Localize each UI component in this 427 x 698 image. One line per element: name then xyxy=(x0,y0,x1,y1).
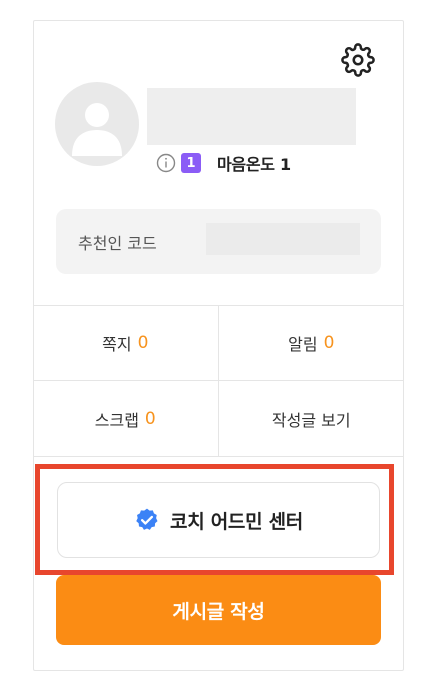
messages-link[interactable]: 쪽지 0 xyxy=(33,306,219,381)
temperature-label: 마음온도 1 xyxy=(217,155,291,174)
messages-label: 쪽지 xyxy=(102,335,132,354)
settings-button[interactable] xyxy=(338,40,378,80)
messages-count: 0 xyxy=(137,333,149,353)
info-icon[interactable] xyxy=(155,152,177,174)
coach-admin-center-label: 코치 어드민 센터 xyxy=(170,510,303,533)
scraps-label: 스크랩 xyxy=(94,410,139,430)
stats-grid: 쪽지 0 알림 0 스크랩 0 작성글 보기 xyxy=(33,305,404,457)
scraps-count: 0 xyxy=(144,408,156,429)
level-row: 1 마음온도 1 xyxy=(155,150,291,176)
scraps-link[interactable]: 스크랩 0 xyxy=(33,381,219,456)
my-posts-label: 작성글 보기 xyxy=(271,410,351,430)
write-post-button[interactable]: 게시글 작성 xyxy=(56,575,381,645)
coach-admin-center-button[interactable]: 코치 어드민 센터 xyxy=(57,482,380,558)
verified-check-icon xyxy=(134,507,160,533)
referral-code-box: 추천인 코드 xyxy=(56,209,381,274)
username-placeholder xyxy=(147,88,356,145)
referral-code-label: 추천인 코드 xyxy=(78,233,157,253)
notifications-link[interactable]: 알림 0 xyxy=(218,306,404,381)
gear-icon xyxy=(341,43,375,77)
avatar[interactable] xyxy=(55,82,139,166)
level-badge: 1 xyxy=(181,153,201,173)
referral-code-value xyxy=(206,223,360,255)
my-posts-link[interactable]: 작성글 보기 xyxy=(219,381,405,456)
notifications-count: 0 xyxy=(323,333,335,353)
notifications-label: 알림 xyxy=(288,335,318,354)
user-silhouette-icon xyxy=(72,103,122,156)
